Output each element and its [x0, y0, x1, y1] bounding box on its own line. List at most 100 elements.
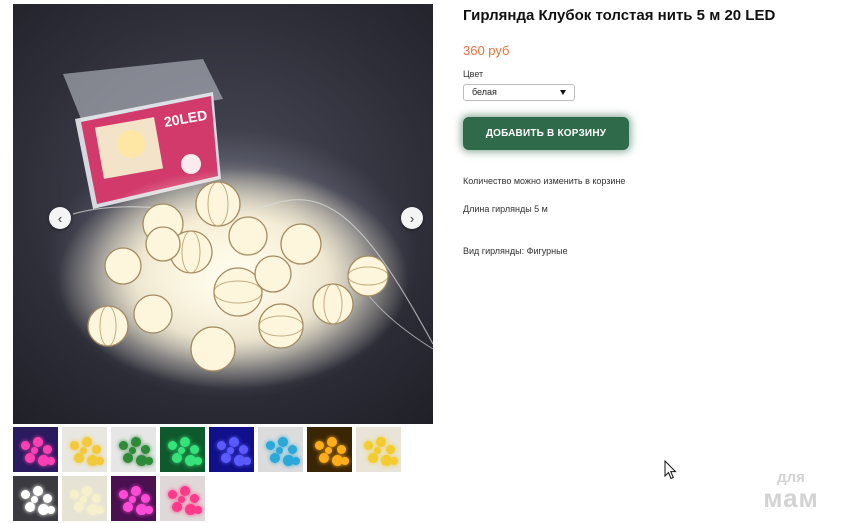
thumbnail-ball — [341, 457, 349, 465]
gallery-thumbnail[interactable] — [209, 427, 254, 472]
thumbnail-ball — [74, 502, 84, 512]
thumbnail-ball — [319, 453, 329, 463]
thumbnail-ball — [190, 445, 199, 454]
thumbnail-ball — [190, 494, 199, 503]
gallery-thumbnail[interactable] — [160, 476, 205, 521]
thumbnail-ball — [178, 496, 185, 503]
thumbnail-ball — [390, 457, 398, 465]
thumbnail-ball — [119, 441, 128, 450]
thumbnail-ball — [276, 447, 283, 454]
thumbnail-ball — [141, 494, 150, 503]
site-watermark-logo: для мам — [763, 469, 819, 513]
thumbnail-ball — [227, 447, 234, 454]
thumbnail-ball — [327, 437, 337, 447]
thumbnail-ball — [337, 445, 346, 454]
thumbnail-ball — [70, 490, 79, 499]
thumbnail-ball — [131, 486, 141, 496]
thumbnail-ball — [123, 502, 133, 512]
color-label: Цвет — [463, 69, 484, 79]
gallery-prev-button[interactable]: ‹ — [49, 207, 71, 229]
thumbnail-ball — [33, 486, 43, 496]
gallery-thumbnail[interactable] — [160, 427, 205, 472]
garland-type: Вид гирлянды: Фигурные — [463, 246, 568, 256]
thumbnail-ball — [386, 445, 395, 454]
quantity-note: Количество можно изменить в корзине — [463, 176, 626, 186]
thumbnail-ball — [21, 441, 30, 450]
thumbnail-ball — [96, 457, 104, 465]
product-main-image: 20LED ‹ › — [13, 4, 433, 424]
gallery-thumbnail[interactable] — [356, 427, 401, 472]
thumbnail-ball — [43, 494, 52, 503]
thumbnail-ball — [229, 437, 239, 447]
thumbnail-ball — [82, 486, 92, 496]
gallery-next-button[interactable]: › — [401, 207, 423, 229]
thumbnail-ball — [145, 506, 153, 514]
gallery-thumbnail[interactable] — [13, 476, 58, 521]
thumbnail-ball — [145, 457, 153, 465]
thumbnail-ball — [47, 506, 55, 514]
thumbnail-ball — [141, 445, 150, 454]
gallery-thumbnail[interactable] — [111, 427, 156, 472]
thumbnail-ball — [92, 445, 101, 454]
chevron-left-icon: ‹ — [57, 210, 63, 226]
thumbnail-ball — [92, 494, 101, 503]
thumbnail-ball — [243, 457, 251, 465]
thumbnail-ball — [119, 490, 128, 499]
thumbnail-ball — [325, 447, 332, 454]
thumbnail-ball — [266, 441, 275, 450]
gallery-thumbnail[interactable] — [62, 476, 107, 521]
thumbnail-ball — [180, 486, 190, 496]
product-price: 360 руб — [463, 43, 510, 58]
thumbnail-ball — [43, 445, 52, 454]
thumbnail-ball — [168, 441, 177, 450]
thumbnail-ball — [374, 447, 381, 454]
thumbnail-ball — [80, 496, 87, 503]
thumbnail-ball — [31, 447, 38, 454]
thumbnail-ball — [217, 441, 226, 450]
thumbnail-ball — [131, 437, 141, 447]
thumbnail-ball — [129, 496, 136, 503]
thumbnail-ball — [180, 437, 190, 447]
mouse-cursor-icon — [664, 460, 677, 480]
thumbnail-ball — [31, 496, 38, 503]
gallery-thumbnail[interactable] — [62, 427, 107, 472]
thumbnail-ball — [292, 457, 300, 465]
thumbnail-ball — [80, 447, 87, 454]
thumbnail-ball — [168, 490, 177, 499]
thumbnail-ball — [172, 453, 182, 463]
add-to-cart-button[interactable]: ДОБАВИТЬ В КОРЗИНУ — [463, 117, 629, 150]
gallery-thumbnail[interactable] — [13, 427, 58, 472]
thumbnail-ball — [96, 506, 104, 514]
color-select[interactable]: белая — [463, 84, 575, 101]
gallery-thumbnail[interactable] — [111, 476, 156, 521]
thumbnail-ball — [221, 453, 231, 463]
garland-length: Длина гирлянды 5 м — [463, 204, 548, 214]
thumbnail-ball — [178, 447, 185, 454]
thumbnail-ball — [376, 437, 386, 447]
thumbnail-ball — [270, 453, 280, 463]
thumbnail-ball — [172, 502, 182, 512]
garland-photo: 20LED — [58, 59, 433, 389]
thumbnail-ball — [278, 437, 288, 447]
thumbnail-ball — [239, 445, 248, 454]
color-select-value: белая — [472, 87, 497, 97]
thumbnail-ball — [194, 506, 202, 514]
thumbnail-ball — [33, 437, 43, 447]
chevron-down-icon — [560, 90, 566, 95]
thumbnail-ball — [82, 437, 92, 447]
thumbnail-ball — [194, 457, 202, 465]
thumbnail-ball — [47, 457, 55, 465]
thumbnail-ball — [70, 441, 79, 450]
chevron-right-icon: › — [409, 210, 415, 226]
gallery-thumbnail[interactable] — [258, 427, 303, 472]
product-title: Гирлянда Клубок толстая нить 5 м 20 LED — [463, 7, 776, 24]
thumbnail-ball — [364, 441, 373, 450]
thumbnail-ball — [129, 447, 136, 454]
gallery-thumbnail[interactable] — [307, 427, 352, 472]
thumbnail-ball — [21, 490, 30, 499]
thumbnail-ball — [25, 502, 35, 512]
thumbnail-ball — [288, 445, 297, 454]
thumbnail-ball — [123, 453, 133, 463]
thumbnail-ball — [315, 441, 324, 450]
thumbnail-ball — [74, 453, 84, 463]
